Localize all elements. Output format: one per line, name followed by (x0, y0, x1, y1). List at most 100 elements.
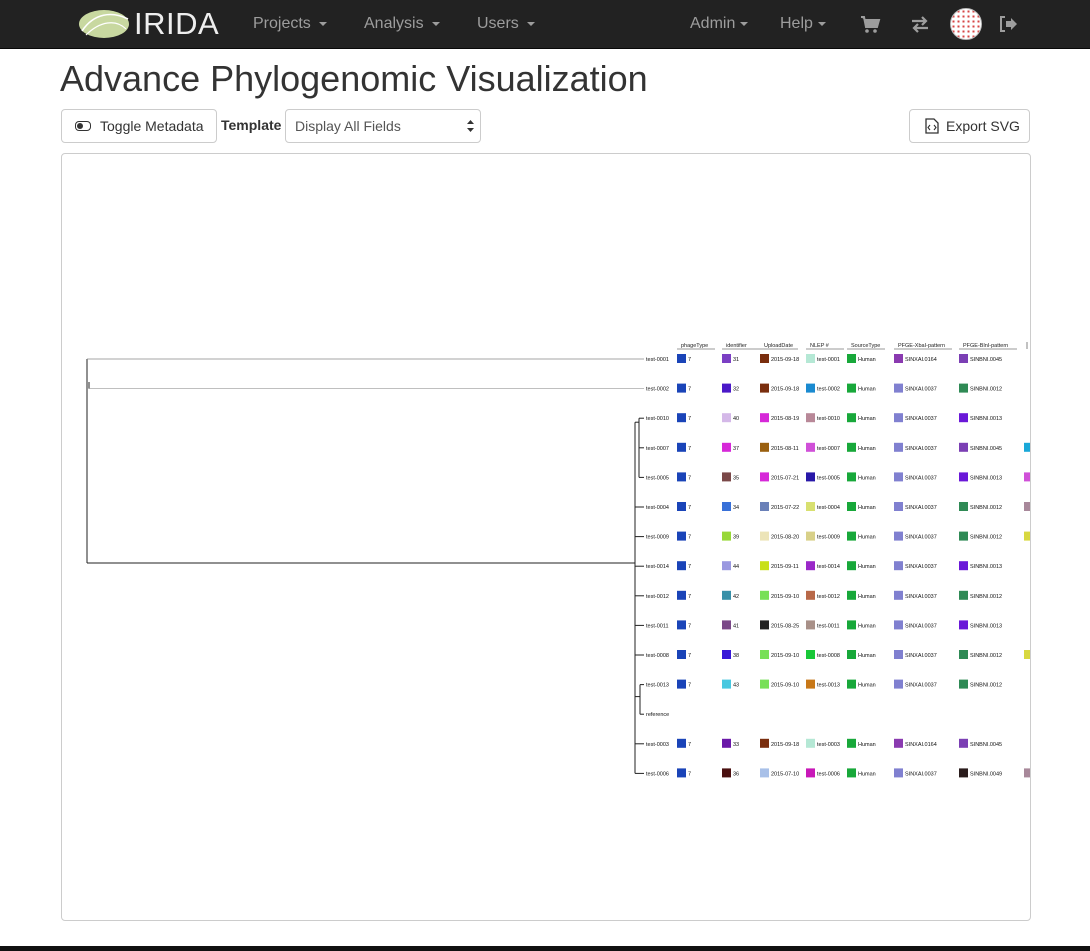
nav-analysis-label: Analysis (364, 15, 424, 32)
bottom-edge (0, 946, 1090, 951)
metadata-swatch (806, 679, 815, 689)
metadata-swatch (847, 531, 856, 541)
toggle-metadata-label: Toggle Metadata (100, 118, 204, 134)
metadata-value: 2015-08-25 (771, 623, 799, 629)
leaf-label: test-0012 (646, 594, 669, 600)
leaf-label: test-0010 (646, 416, 669, 422)
metadata-value: 7 (688, 535, 691, 541)
metadata-swatch (847, 768, 856, 778)
metadata-value: 7 (688, 653, 691, 659)
brand-name: IRIDA (134, 6, 220, 41)
metadata-swatch (722, 620, 731, 630)
metadata-value: 7 (688, 475, 691, 481)
metadata-swatch (847, 738, 856, 748)
user-avatar[interactable] (950, 8, 982, 40)
metadata-swatch (959, 383, 968, 393)
nav-projects-label: Projects (253, 15, 311, 32)
metadata-value: test-0013 (817, 683, 840, 689)
metadata-swatch (894, 768, 903, 778)
nav-projects[interactable]: Projects (253, 0, 327, 48)
metadata-swatch (722, 442, 731, 452)
metadata-swatch (894, 679, 903, 689)
metadata-swatch (760, 413, 769, 423)
nav-help[interactable]: Help (780, 0, 826, 48)
metadata-swatch (847, 413, 856, 423)
metadata-value: SINXAI.0037 (905, 653, 937, 659)
nav-analysis[interactable]: Analysis (364, 0, 440, 48)
metadata-value: 2015-09-10 (771, 653, 799, 659)
metadata-swatch-extra (1024, 768, 1030, 778)
metadata-swatch (806, 383, 815, 393)
metadata-swatch (959, 620, 968, 630)
metadata-value: 37 (733, 446, 739, 452)
metadata-swatch (847, 590, 856, 600)
metadata-value: 7 (688, 683, 691, 689)
metadata-value: 7 (688, 594, 691, 600)
leaf-label: test-0009 (646, 535, 669, 541)
column-header: SourceType (851, 343, 880, 349)
metadata-swatch (847, 561, 856, 571)
metadata-swatch (847, 442, 856, 452)
metadata-swatch (677, 383, 686, 393)
metadata-value: 44 (733, 564, 739, 570)
metadata-value: 2015-09-18 (771, 387, 799, 393)
metadata-value: SINBNI.0013 (970, 475, 1002, 481)
metadata-value: SINXAI.0164 (905, 742, 937, 748)
metadata-swatch (760, 383, 769, 393)
metadata-value: 31 (733, 357, 739, 363)
metadata-swatch (806, 768, 815, 778)
metadata-value: SINXAI.0037 (905, 475, 937, 481)
metadata-value: Human (858, 564, 876, 570)
top-navbar: IRIDA Projects Analysis Users Admin Help (0, 0, 1090, 49)
metadata-value: Human (858, 535, 876, 541)
metadata-swatch (806, 354, 815, 363)
column-header: phageType (681, 343, 708, 349)
metadata-swatch (894, 383, 903, 393)
nav-admin[interactable]: Admin (690, 0, 749, 48)
metadata-swatch (959, 442, 968, 452)
metadata-value: SINXAI.0037 (905, 623, 937, 629)
metadata-swatch (760, 620, 769, 630)
metadata-value: SINBNI.0045 (970, 357, 1002, 363)
logout-icon[interactable] (996, 12, 1020, 36)
brand-logo[interactable]: IRIDA (78, 4, 219, 44)
metadata-value: 33 (733, 742, 739, 748)
metadata-value: 7 (688, 742, 691, 748)
cart-icon[interactable] (858, 12, 882, 36)
metadata-value: 43 (733, 683, 739, 689)
metadata-swatch (806, 413, 815, 423)
metadata-value: SINBNI.0012 (970, 387, 1002, 393)
metadata-swatch (959, 354, 968, 363)
metadata-swatch (722, 738, 731, 748)
metadata-swatch (677, 442, 686, 452)
metadata-swatch (722, 650, 731, 659)
leaf-label: test-0007 (646, 446, 669, 452)
metadata-value: 2015-09-10 (771, 594, 799, 600)
metadata-swatch (677, 679, 686, 689)
phylogenetic-tree[interactable]: phageType identifier UploadDate NLEP # Sourc… (62, 154, 1030, 920)
toggle-metadata-button[interactable]: Toggle Metadata (61, 109, 217, 143)
metadata-value: Human (858, 594, 876, 600)
metadata-swatch (760, 590, 769, 600)
metadata-swatch (847, 620, 856, 630)
metadata-value: 38 (733, 653, 739, 659)
metadata-swatch (894, 531, 903, 541)
metadata-value: 34 (733, 505, 739, 511)
nav-users[interactable]: Users (477, 0, 535, 48)
metadata-value: Human (858, 742, 876, 748)
nav-users-label: Users (477, 15, 519, 32)
metadata-value: Human (858, 653, 876, 659)
metadata-value: 2015-09-18 (771, 742, 799, 748)
exchange-icon[interactable] (908, 12, 932, 36)
metadata-swatch (894, 650, 903, 659)
metadata-swatch (677, 561, 686, 571)
metadata-swatch (722, 383, 731, 393)
metadata-value: 41 (733, 623, 739, 629)
metadata-value: SINBNI.0012 (970, 505, 1002, 511)
metadata-swatch-extra (1024, 531, 1030, 541)
template-select[interactable]: Display All Fields (285, 109, 481, 143)
metadata-value: 2015-09-18 (771, 357, 799, 363)
metadata-swatch (894, 472, 903, 482)
export-svg-button[interactable]: Export SVG (909, 109, 1030, 143)
metadata-swatch (959, 650, 968, 659)
